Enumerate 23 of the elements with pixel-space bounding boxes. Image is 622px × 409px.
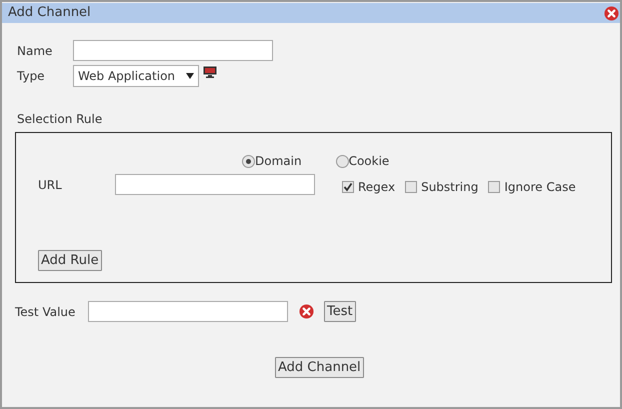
test-value-field[interactable] xyxy=(88,301,288,322)
checkbox-option[interactable]: Ignore Case xyxy=(488,178,576,196)
monitor-icon[interactable] xyxy=(203,66,217,78)
type-dropdown[interactable]: Web Application xyxy=(73,65,199,87)
caret-icon xyxy=(186,73,194,79)
window-title: Add Channel xyxy=(8,4,91,22)
add-channel-button[interactable]: Add Channel xyxy=(275,357,364,378)
radio-option[interactable]: Cookie xyxy=(336,152,390,170)
test-value-label: Test Value xyxy=(15,304,76,320)
field-label: Type xyxy=(17,68,46,85)
url-field[interactable] xyxy=(115,174,315,195)
add-rule-button[interactable]: Add Rule xyxy=(38,250,102,271)
close-icon[interactable] xyxy=(604,6,619,20)
test-button[interactable]: Test xyxy=(324,301,356,322)
checkbox-option[interactable]: Regex xyxy=(342,178,396,196)
name-field[interactable] xyxy=(73,40,273,61)
radio-option[interactable]: Domain xyxy=(242,152,302,170)
clear-icon[interactable] xyxy=(299,304,314,319)
field-label: Name xyxy=(17,42,54,60)
section-title: Selection Rule xyxy=(16,111,104,128)
checkbox-option[interactable]: Substring xyxy=(405,178,478,196)
url-label: URL xyxy=(37,176,63,194)
check-icon xyxy=(343,182,353,192)
